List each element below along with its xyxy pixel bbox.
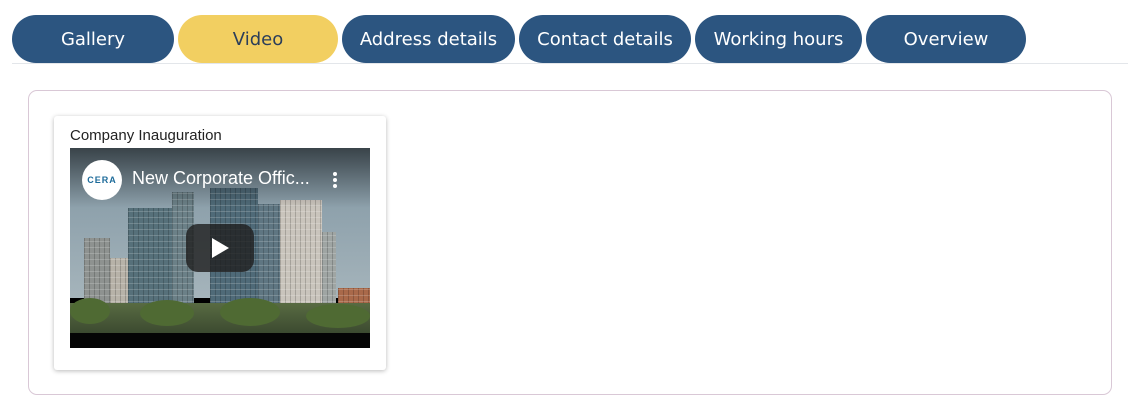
- play-icon: [212, 238, 229, 258]
- play-button[interactable]: [186, 224, 254, 272]
- video-card: Company Inauguration CERA New Corporate …: [54, 116, 386, 370]
- kebab-menu-icon[interactable]: [328, 169, 342, 191]
- video-player[interactable]: CERA New Corporate Offic...: [70, 148, 370, 348]
- tab-gallery[interactable]: Gallery: [12, 15, 174, 63]
- tab-overview[interactable]: Overview: [866, 15, 1026, 63]
- tab-divider: [12, 63, 1128, 64]
- tab-working-hours[interactable]: Working hours: [695, 15, 862, 63]
- thumbnail-tree: [70, 298, 110, 324]
- thumbnail-building: [322, 232, 336, 308]
- tab-address-details[interactable]: Address details: [342, 15, 515, 63]
- thumbnail-tree: [306, 304, 370, 328]
- tab-bar: Gallery Video Address details Contact de…: [12, 15, 1128, 63]
- thumbnail-tree: [140, 300, 194, 326]
- thumbnail-building: [110, 258, 128, 308]
- video-title[interactable]: New Corporate Offic...: [132, 168, 310, 189]
- channel-logo-text: CERA: [87, 175, 117, 185]
- thumbnail-tree: [220, 298, 280, 326]
- thumbnail-building: [280, 200, 322, 308]
- thumbnail-building: [128, 208, 172, 308]
- channel-logo[interactable]: CERA: [82, 160, 122, 200]
- video-card-title: Company Inauguration: [70, 127, 222, 144]
- tab-video[interactable]: Video: [178, 15, 338, 63]
- thumbnail-building: [258, 204, 280, 308]
- tab-contact-details[interactable]: Contact details: [519, 15, 691, 63]
- video-letterbox: [70, 333, 370, 348]
